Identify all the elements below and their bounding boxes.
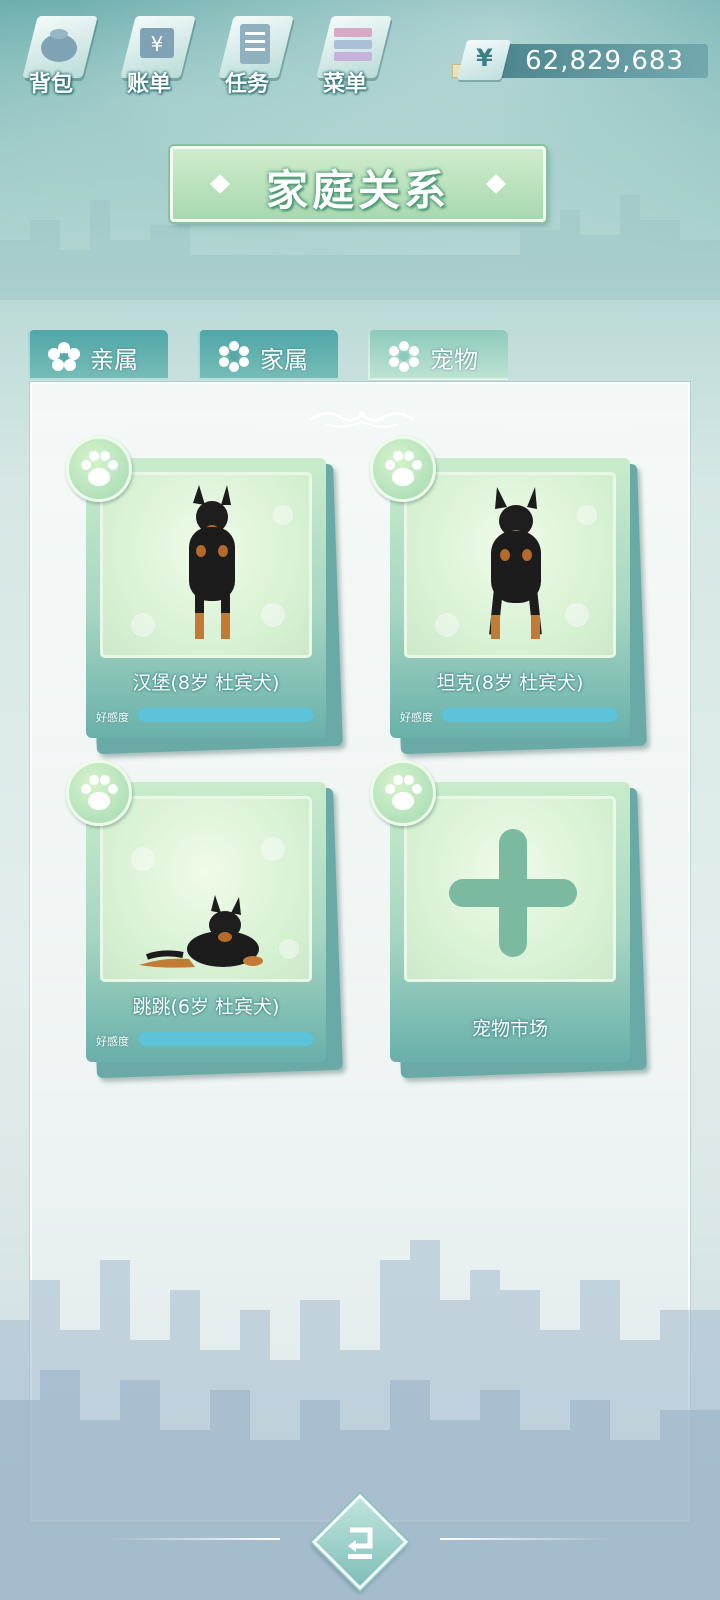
tab-relatives-label: 亲属	[90, 346, 138, 374]
decor-line-left	[110, 1538, 280, 1540]
tab-family-label: 家属	[260, 346, 308, 374]
doberman-standing-icon	[435, 487, 597, 639]
pet-photo	[100, 472, 312, 658]
pet-card-1[interactable]: 汉堡(8岁 杜宾犬) 好感度	[66, 436, 343, 755]
paw-icon	[81, 451, 118, 486]
decor-line-right	[440, 1538, 610, 1540]
pet-name: 坦克(8岁 杜宾犬)	[436, 672, 584, 694]
pet-name: 汉堡(8岁 杜宾犬)	[132, 672, 280, 694]
ornament-icon	[309, 411, 415, 428]
return-arrow-icon	[348, 1527, 373, 1559]
doberman-lying-icon	[131, 837, 299, 968]
paw-badge	[66, 436, 132, 502]
money-display: ¥ 62,829,683	[452, 40, 712, 82]
pet-market-label: 宠物市场	[471, 1018, 548, 1040]
bag-button[interactable]: 背包	[16, 10, 106, 100]
pet-card-2[interactable]: 坦克(8岁 杜宾犬) 好感度	[370, 436, 647, 755]
paw-icon	[81, 775, 118, 810]
task-button[interactable]: 任务	[212, 10, 302, 100]
favor-bar	[138, 708, 314, 722]
flower-icon	[389, 341, 419, 372]
favor-fill	[138, 1032, 314, 1046]
pet-photo	[100, 796, 312, 982]
paw-badge	[66, 760, 132, 826]
bill-button[interactable]: ¥ 账单	[114, 10, 204, 100]
menu-icon	[334, 28, 372, 61]
tab-pets-label: 宠物	[430, 346, 478, 374]
favor-label: 好感度	[96, 711, 129, 724]
pet-market-card[interactable]: 宠物市场	[370, 760, 647, 1079]
flower-icon	[48, 342, 80, 371]
favor-bar	[138, 1032, 314, 1046]
pet-card-3[interactable]: 跳跳(6岁 杜宾犬) 好感度	[66, 760, 343, 1079]
add-pet-area	[404, 796, 616, 982]
tab-family[interactable]: 家属	[198, 330, 338, 380]
doberman-standing-icon	[131, 485, 293, 639]
pet-name: 跳跳(6岁 杜宾犬)	[132, 996, 280, 1018]
favor-fill	[442, 708, 618, 722]
menu-label: 菜单	[322, 72, 367, 97]
tab-pets[interactable]: 宠物	[368, 330, 508, 380]
svg-text:¥: ¥	[151, 32, 164, 56]
bag-icon	[41, 29, 77, 62]
menu-button[interactable]: 菜单	[310, 10, 400, 100]
paw-icon	[385, 775, 422, 810]
bag-label: 背包	[28, 72, 73, 97]
favor-fill	[138, 708, 314, 722]
flower-icon	[219, 341, 249, 372]
favor-label: 好感度	[400, 711, 433, 724]
tab-relatives[interactable]: 亲属	[28, 330, 168, 380]
task-icon	[240, 24, 270, 64]
page-title-banner: 家庭关系	[170, 146, 546, 222]
bill-label: 账单	[126, 72, 171, 97]
top-bar: 背包 ¥ 账单 任务 菜单 ¥ 62,829,683	[0, 0, 720, 110]
task-label: 任务	[224, 72, 269, 97]
back-button[interactable]	[310, 1492, 410, 1592]
paw-badge	[370, 760, 436, 826]
page-title: 家庭关系	[265, 166, 450, 215]
pet-photo	[404, 472, 616, 658]
bill-icon: ¥	[140, 28, 174, 58]
favor-bar	[442, 708, 618, 722]
paw-icon	[385, 451, 422, 486]
paw-badge	[370, 436, 436, 502]
favor-label: 好感度	[96, 1035, 129, 1048]
money-value: 62,829,683	[525, 46, 684, 76]
